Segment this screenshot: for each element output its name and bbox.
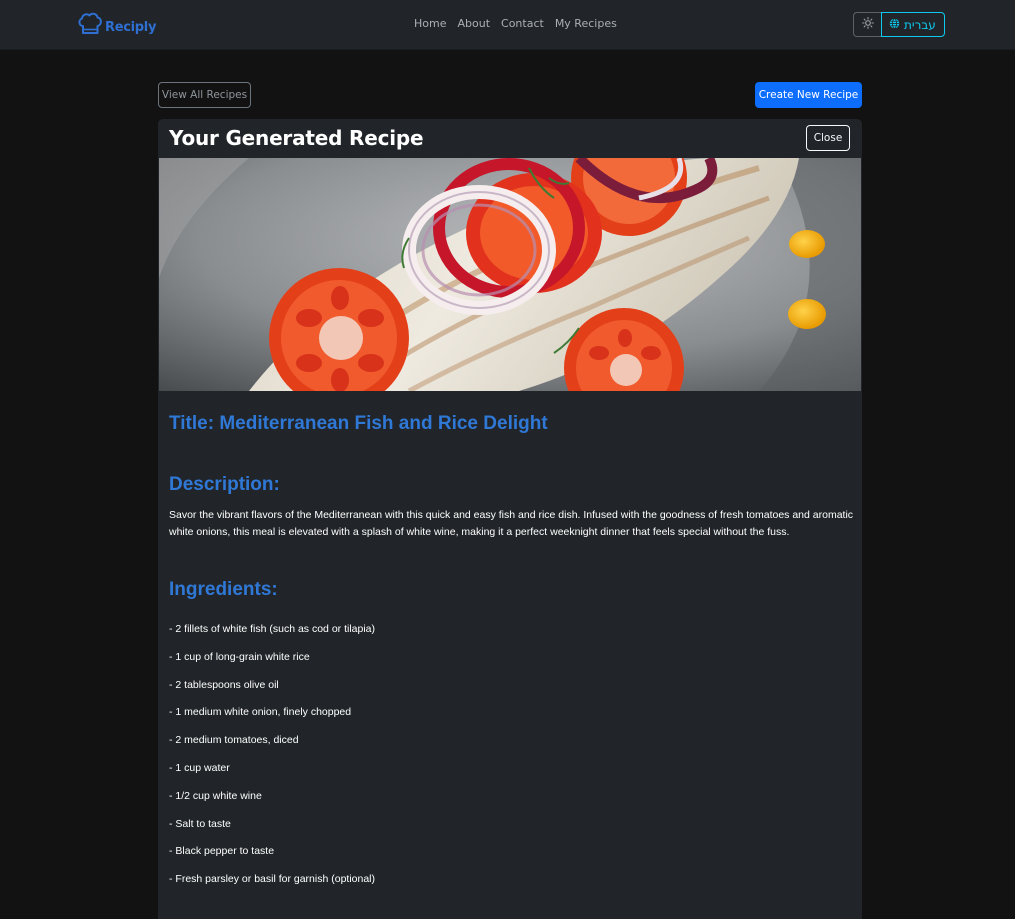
top-navbar: Reciply Home About Contact My Recipes עב… xyxy=(0,0,1015,50)
card-title: Your Generated Recipe xyxy=(169,126,424,150)
nav-tools: עברית xyxy=(853,12,945,37)
close-button[interactable]: Close xyxy=(806,125,850,151)
recipe-description: Savor the vibrant flavors of the Mediter… xyxy=(169,509,854,538)
ingredient-item: - 1 cup water xyxy=(169,761,230,774)
description-heading: Description: xyxy=(169,474,280,495)
brand-name: Reciply xyxy=(105,19,157,35)
ingredient-item: - 1 medium white onion, finely chopped xyxy=(169,706,352,719)
chef-hat-icon xyxy=(77,11,103,37)
recipe-card: Your Generated Recipe Close Title: Medit… xyxy=(158,119,862,919)
theme-toggle-button[interactable] xyxy=(853,12,881,37)
ingredient-item: - Black pepper to taste xyxy=(169,845,275,858)
language-switch-button[interactable]: עברית xyxy=(881,12,945,37)
recipe-image xyxy=(159,158,861,391)
ingredient-item: - 2 fillets of white fish (such as cod o… xyxy=(169,623,376,635)
sun-icon xyxy=(861,17,874,32)
main-nav: Home About Contact My Recipes xyxy=(414,17,617,30)
ingredient-item: - 1/2 cup white wine xyxy=(169,789,262,802)
ingredient-item: - 2 medium tomatoes, diced xyxy=(169,734,299,747)
recipe-title: Title: Mediterranean Fish and Rice Delig… xyxy=(169,413,548,434)
ingredient-item: - 2 tablespoons olive oil xyxy=(169,678,279,691)
nav-link-home[interactable]: Home xyxy=(414,17,446,30)
ingredient-item: - Fresh parsley or basil for garnish (op… xyxy=(169,873,376,886)
brand-logo-link[interactable]: Reciply xyxy=(77,10,156,38)
ingredients-heading: Ingredients: xyxy=(169,579,278,600)
create-new-recipe-button[interactable]: Create New Recipe xyxy=(755,82,862,108)
view-all-recipes-button[interactable]: View All Recipes xyxy=(158,82,251,108)
nav-link-about[interactable]: About xyxy=(457,17,490,30)
ingredients-list: - 2 fillets of white fish (such as cod o… xyxy=(169,621,375,899)
language-label: עברית xyxy=(904,17,936,32)
globe-icon xyxy=(889,17,900,32)
card-header: Your Generated Recipe Close xyxy=(158,119,862,158)
ingredient-item: - Salt to taste xyxy=(169,817,231,830)
ingredient-item: - 1 cup of long-grain white rice xyxy=(169,650,310,663)
nav-link-my-recipes[interactable]: My Recipes xyxy=(555,17,617,30)
nav-link-contact[interactable]: Contact xyxy=(501,17,544,30)
